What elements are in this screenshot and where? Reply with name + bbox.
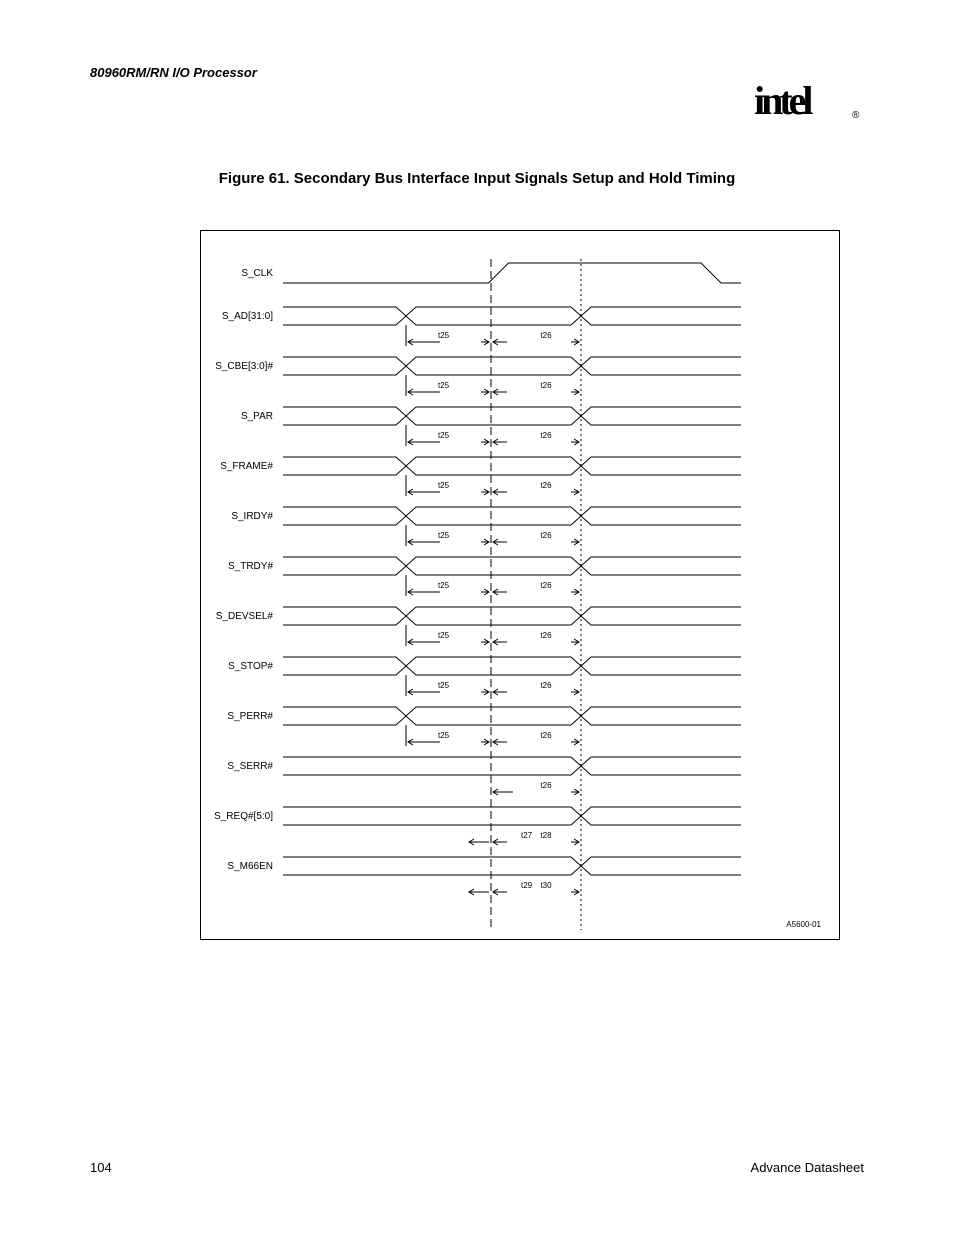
svg-text:t26: t26 <box>540 631 552 640</box>
svg-text:S_M66EN: S_M66EN <box>227 861 273 872</box>
svg-text:t25: t25 <box>438 431 450 440</box>
svg-text:t25: t25 <box>438 481 450 490</box>
figure-title: Secondary Bus Interface Input Signals Se… <box>294 170 735 187</box>
running-header: 80960RM/RN I/O Processor <box>90 65 864 80</box>
svg-text:S_AD[31:0]: S_AD[31:0] <box>222 311 273 322</box>
svg-text:t26: t26 <box>540 681 552 690</box>
figure-caption-row: Figure 61. Secondary Bus Interface Input… <box>90 170 864 187</box>
intel-logo: intel ® <box>754 78 864 126</box>
svg-text:t26: t26 <box>540 381 552 390</box>
svg-text:S_DEVSEL#: S_DEVSEL# <box>216 611 274 622</box>
svg-text:t30: t30 <box>540 881 552 890</box>
svg-text:t26: t26 <box>540 731 552 740</box>
page-footer: 104 Advance Datasheet <box>90 1160 864 1175</box>
svg-text:S_CLK: S_CLK <box>241 268 273 279</box>
svg-text:t25: t25 <box>438 531 450 540</box>
svg-text:S_FRAME#: S_FRAME# <box>220 461 273 472</box>
svg-text:t25: t25 <box>438 331 450 340</box>
svg-text:S_STOP#: S_STOP# <box>228 661 273 672</box>
page: 80960RM/RN I/O Processor intel ® Figure … <box>0 0 954 1235</box>
svg-text:S_CBE[3:0]#: S_CBE[3:0]# <box>215 361 273 372</box>
svg-text:S_IRDY#: S_IRDY# <box>231 511 273 522</box>
svg-text:S_TRDY#: S_TRDY# <box>228 561 273 572</box>
svg-text:t26: t26 <box>540 481 552 490</box>
svg-text:t26: t26 <box>540 781 552 790</box>
svg-text:t26: t26 <box>540 581 552 590</box>
svg-text:t27: t27 <box>521 831 533 840</box>
svg-text:t25: t25 <box>438 731 450 740</box>
svg-text:t26: t26 <box>540 331 552 340</box>
svg-text:S_SERR#: S_SERR# <box>227 761 273 772</box>
logo-text: intel <box>754 78 813 123</box>
registered-icon: ® <box>852 110 860 121</box>
svg-text:S_PAR: S_PAR <box>241 411 273 422</box>
svg-text:t25: t25 <box>438 681 450 690</box>
svg-text:t25: t25 <box>438 631 450 640</box>
svg-text:t25: t25 <box>438 581 450 590</box>
svg-text:t25: t25 <box>438 381 450 390</box>
svg-text:t28: t28 <box>540 831 552 840</box>
figure-number: Figure 61. <box>219 170 290 187</box>
svg-text:A5600-01: A5600-01 <box>786 920 821 929</box>
svg-text:t29: t29 <box>521 881 533 890</box>
timing-diagram: S_CLK S_AD[31:0] t25 t26 S_CBE[3:0]# t25 t26 S_… <box>200 230 840 940</box>
page-number: 104 <box>90 1160 112 1175</box>
svg-text:S_REQ#[5:0]: S_REQ#[5:0] <box>214 811 273 822</box>
svg-text:S_PERR#: S_PERR# <box>227 711 273 722</box>
footer-title: Advance Datasheet <box>751 1160 864 1175</box>
svg-text:t26: t26 <box>540 531 552 540</box>
svg-text:t26: t26 <box>540 431 552 440</box>
